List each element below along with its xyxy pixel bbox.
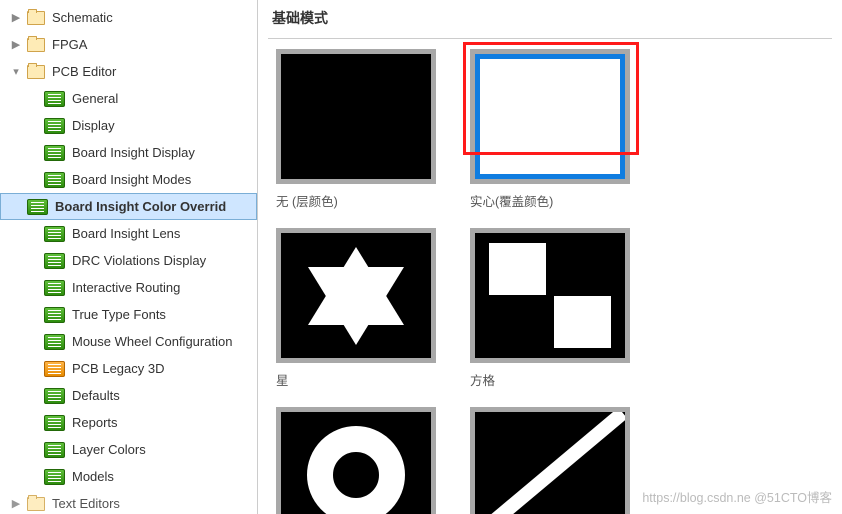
stripe-icon	[473, 408, 628, 514]
page-icon	[44, 361, 65, 377]
folder-icon	[27, 11, 45, 25]
pattern-thumb	[470, 228, 630, 363]
tree-label: Display	[72, 118, 115, 133]
tree-sub-interactive-routing[interactable]: Interactive Routing	[0, 274, 257, 301]
tree-sub-drc-violations[interactable]: DRC Violations Display	[0, 247, 257, 274]
page-icon	[44, 415, 65, 431]
pattern-none[interactable]: 无 (层颜色)	[276, 49, 438, 210]
page-icon	[44, 388, 65, 404]
tree-label: PCB Legacy 3D	[72, 361, 165, 376]
pattern-thumb	[276, 228, 436, 363]
tree-label: Interactive Routing	[72, 280, 180, 295]
page-icon	[44, 172, 65, 188]
square-icon	[489, 243, 546, 295]
tree-label: Reports	[72, 415, 118, 430]
tree-label: General	[72, 91, 118, 106]
tree-sub-reports[interactable]: Reports	[0, 409, 257, 436]
pattern-thumb	[276, 407, 436, 514]
tree-sub-defaults[interactable]: Defaults	[0, 382, 257, 409]
pattern-ring[interactable]: 圆环	[276, 407, 438, 514]
tree-sub-models[interactable]: Models	[0, 463, 257, 490]
tree-label: FPGA	[52, 37, 87, 52]
page-icon	[27, 199, 48, 215]
tree-label: Board Insight Lens	[72, 226, 180, 241]
pattern-label: 实心(覆盖颜色)	[470, 184, 632, 210]
chevron-down-icon: ▾	[5, 65, 27, 78]
pattern-star[interactable]: 星	[276, 228, 438, 389]
pattern-label: 星	[276, 363, 438, 389]
tree-label: Board Insight Color Overrid	[55, 199, 226, 214]
page-icon	[44, 334, 65, 350]
tree-sub-display[interactable]: Display	[0, 112, 257, 139]
chevron-right-icon: ▶	[5, 497, 27, 510]
page-icon	[44, 226, 65, 242]
tree-label: DRC Violations Display	[72, 253, 206, 268]
page-icon	[44, 91, 65, 107]
page-icon	[44, 280, 65, 296]
chevron-right-icon: ▶	[5, 38, 27, 51]
tree-label: True Type Fonts	[72, 307, 166, 322]
pattern-checker[interactable]: 方格	[470, 228, 632, 389]
page-icon	[44, 118, 65, 134]
tree-sub-pcb-legacy-3d[interactable]: PCB Legacy 3D	[0, 355, 257, 382]
tree-label: PCB Editor	[52, 64, 116, 79]
pattern-stripe[interactable]: 条纹	[470, 407, 632, 514]
page-icon	[44, 442, 65, 458]
tree-label: Mouse Wheel Configuration	[72, 334, 232, 349]
watermark-text: https://blog.csdn.ne @51CTO博客	[642, 487, 832, 506]
tree-sub-true-type-fonts[interactable]: True Type Fonts	[0, 301, 257, 328]
tree-sub-mouse-wheel[interactable]: Mouse Wheel Configuration	[0, 328, 257, 355]
pattern-label: 无 (层颜色)	[276, 184, 438, 210]
tree-sub-board-insight-color-override[interactable]: Board Insight Color Overrid	[0, 193, 257, 220]
tree-sub-board-insight-display[interactable]: Board Insight Display	[0, 139, 257, 166]
pattern-thumb	[470, 407, 630, 514]
folder-icon	[27, 65, 45, 79]
tree-schematic[interactable]: ▶ Schematic	[0, 4, 257, 31]
pattern-grid: 无 (层颜色) 实心(覆盖颜色) 星 方格 圆环 条纹	[268, 49, 832, 514]
tree-sub-layer-colors[interactable]: Layer Colors	[0, 436, 257, 463]
page-icon	[44, 469, 65, 485]
pattern-thumb	[276, 49, 436, 184]
tree-sub-board-insight-lens[interactable]: Board Insight Lens	[0, 220, 257, 247]
tree-pcb-editor[interactable]: ▾ PCB Editor	[0, 58, 257, 85]
tree-sub-board-insight-modes[interactable]: Board Insight Modes	[0, 166, 257, 193]
tree-label: Models	[72, 469, 114, 484]
tree-label: Text Editors	[52, 496, 120, 511]
tree-text-editors[interactable]: ▶ Text Editors	[0, 490, 257, 514]
pattern-thumb	[470, 49, 630, 184]
ring-icon	[307, 426, 405, 514]
tree-sub-general[interactable]: General	[0, 85, 257, 112]
tree-label: Layer Colors	[72, 442, 146, 457]
chevron-right-icon: ▶	[5, 11, 27, 24]
folder-icon	[27, 497, 45, 511]
pattern-solid[interactable]: 实心(覆盖颜色)	[470, 49, 632, 210]
folder-icon	[27, 38, 45, 52]
tree-label: Schematic	[52, 10, 113, 25]
pattern-label: 方格	[470, 363, 632, 389]
page-icon	[44, 253, 65, 269]
tree-label: Board Insight Display	[72, 145, 195, 160]
tree-label: Defaults	[72, 388, 120, 403]
tree-label: Board Insight Modes	[72, 172, 191, 187]
square-icon	[554, 296, 611, 348]
page-icon	[44, 307, 65, 323]
pattern-preview-icon	[475, 54, 625, 179]
settings-tree[interactable]: ▶ Schematic ▶ FPGA ▾ PCB Editor General …	[0, 0, 258, 514]
tree-fpga[interactable]: ▶ FPGA	[0, 31, 257, 58]
settings-panel: 基础模式 无 (层颜色) 实心(覆盖颜色) 星 方格 圆环	[258, 0, 842, 514]
section-basic-patterns: 基础模式	[268, 0, 832, 39]
page-icon	[44, 145, 65, 161]
